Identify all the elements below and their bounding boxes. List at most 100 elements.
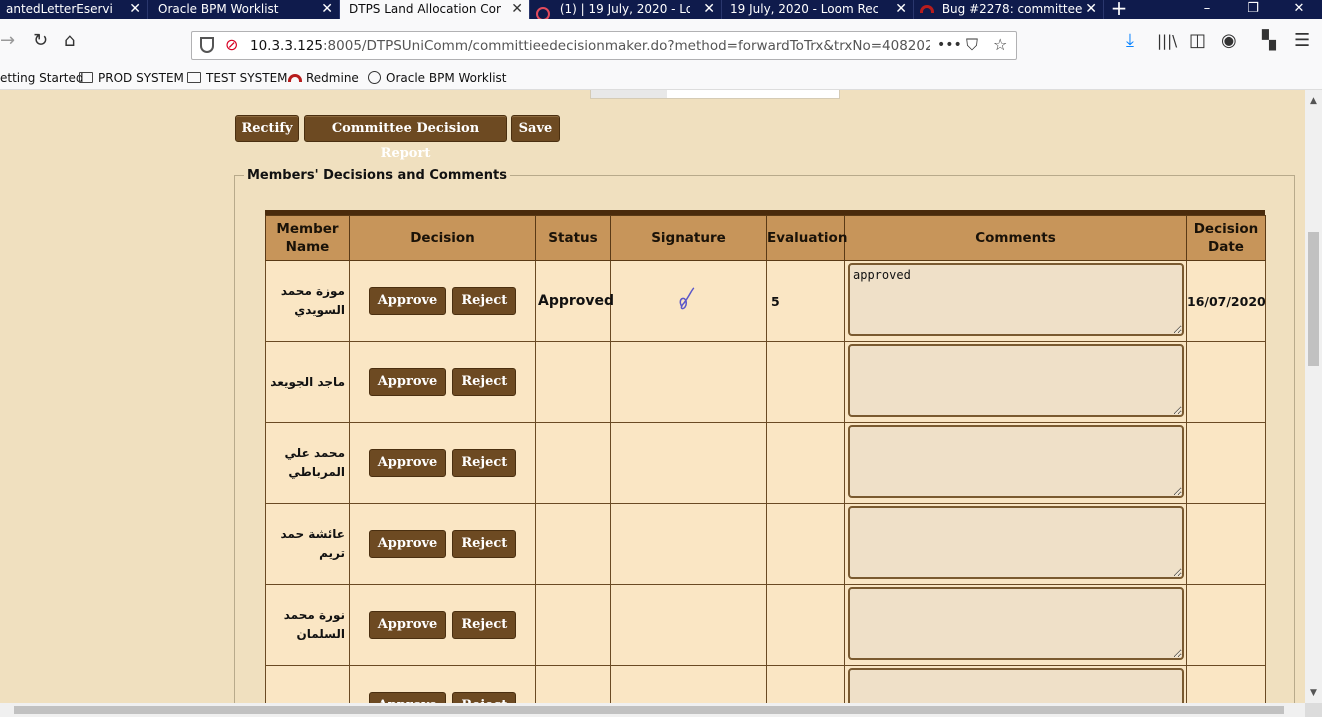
home-icon[interactable]: ⌂	[64, 32, 75, 50]
status-cell	[535, 422, 611, 504]
comment-textarea[interactable]	[848, 668, 1184, 703]
redmine-icon	[288, 74, 302, 82]
sidebar-icon[interactable]: ◫	[1189, 32, 1206, 50]
insecure-lock-icon[interactable]: ⊘	[225, 35, 238, 54]
evaluation-cell	[766, 422, 845, 504]
browser-tab[interactable]: 19 July, 2020 - Loom Recordi ✕	[722, 0, 914, 19]
comment-textarea[interactable]	[848, 344, 1184, 417]
comment-textarea[interactable]	[848, 425, 1184, 498]
approve-button[interactable]: Approve	[368, 368, 447, 396]
signature-cell	[610, 260, 767, 342]
browser-tab[interactable]: Oracle BPM Worklist ✕	[148, 0, 340, 19]
browser-tab[interactable]: (1) | 19 July, 2020 - Loom ✕	[530, 0, 722, 19]
comments-cell	[844, 503, 1187, 585]
reject-button[interactable]: Reject	[452, 611, 517, 639]
comment-textarea[interactable]	[848, 587, 1184, 660]
table-row: محمد عبيد Approve Reject	[265, 665, 1266, 703]
approve-button[interactable]: Approve	[368, 611, 447, 639]
bookmark-test-system[interactable]: TEST SYSTEM	[187, 71, 288, 85]
members-table-wrapper: Member Name Decision Status Signature Ev…	[265, 210, 1266, 703]
member-name-cell: محمد علي المرباطي	[265, 422, 350, 504]
account-icon[interactable]: ◉	[1221, 32, 1237, 50]
signature-cell	[610, 503, 767, 585]
comment-textarea[interactable]: approved	[848, 263, 1184, 336]
scroll-up-icon[interactable]: ▲	[1305, 96, 1322, 106]
browser-tab[interactable]: antedLetterEservice ✕	[0, 0, 148, 19]
page-actions-icon[interactable]: •••	[937, 37, 962, 53]
url-text[interactable]: 10.3.3.125:8005/DTPSUniComm/committieede…	[250, 38, 930, 54]
forward-icon[interactable]: →	[0, 32, 15, 50]
close-tab-icon[interactable]: ✕	[511, 0, 523, 18]
signature-cell	[610, 422, 767, 504]
scroll-down-icon[interactable]: ▼	[1305, 688, 1322, 698]
extensions-icon[interactable]: ▚	[1262, 32, 1276, 50]
menu-icon[interactable]: ☰	[1294, 32, 1310, 50]
save-button[interactable]: Save	[511, 115, 560, 142]
bookmark-label: Oracle BPM Worklist	[386, 71, 507, 85]
approve-button[interactable]: Approve	[368, 692, 447, 703]
approve-button[interactable]: Approve	[368, 530, 447, 558]
reject-button[interactable]: Reject	[452, 530, 517, 558]
minimize-icon[interactable]: –	[1184, 0, 1230, 19]
comment-textarea[interactable]	[848, 506, 1184, 579]
fieldset-legend: Members' Decisions and Comments	[244, 168, 510, 183]
table-row: نورة محمد السلمان Approve Reject	[265, 584, 1266, 666]
bookmark-oracle-bpm[interactable]: Oracle BPM Worklist	[368, 71, 507, 85]
bookmark-star-icon[interactable]: ☆	[993, 35, 1007, 54]
scrollbar-thumb[interactable]	[1308, 232, 1319, 366]
close-window-icon[interactable]: ✕	[1276, 0, 1322, 19]
tracking-shield-icon[interactable]	[200, 37, 214, 53]
globe-icon	[368, 71, 381, 84]
downloads-icon[interactable]: ⤓	[1126, 32, 1134, 50]
browser-tab-active[interactable]: DTPS Land Allocation Comm ✕	[340, 0, 530, 19]
reload-icon[interactable]: ↻	[33, 32, 48, 50]
header-comments: Comments	[844, 215, 1187, 261]
member-name-cell: ماجد الجويعد	[265, 341, 350, 423]
comments-cell	[844, 665, 1187, 703]
close-tab-icon[interactable]: ✕	[895, 0, 907, 18]
evaluation-cell	[766, 584, 845, 666]
library-icon[interactable]: |||\	[1157, 32, 1177, 50]
pocket-icon[interactable]: ⛉	[966, 35, 978, 55]
decision-date-cell	[1186, 503, 1266, 585]
decision-date-cell	[1186, 422, 1266, 504]
table-row: محمد علي المرباطي Approve Reject	[265, 422, 1266, 504]
tab-title: (1) | 19 July, 2020 - Loom	[559, 2, 690, 16]
bookmark-redmine[interactable]: Redmine	[288, 71, 359, 85]
bookmark-getting-started[interactable]: etting Started	[0, 71, 83, 85]
bookmark-prod-system[interactable]: PROD SYSTEM	[79, 71, 184, 85]
member-name-cell: محمد عبيد	[265, 665, 350, 703]
header-signature: Signature	[610, 215, 767, 261]
reject-button[interactable]: Reject	[452, 692, 517, 703]
close-tab-icon[interactable]: ✕	[129, 0, 141, 18]
reject-button[interactable]: Reject	[452, 368, 517, 396]
comments-cell	[844, 422, 1187, 504]
browser-tab[interactable]: Bug #2278: committee ap ✕	[914, 0, 1104, 19]
address-bar[interactable]: ⊘ 10.3.3.125:8005/DTPSUniComm/committiee…	[191, 31, 1017, 60]
folder-icon	[187, 72, 201, 83]
evaluation-cell	[766, 665, 845, 703]
tab-title: Oracle BPM Worklist	[158, 2, 279, 16]
bookmark-label: Redmine	[306, 71, 359, 85]
new-tab-button[interactable]: +	[1104, 0, 1134, 19]
scrollbar-thumb[interactable]	[14, 706, 1284, 714]
bookmarks-toolbar: etting Started PROD SYSTEM TEST SYSTEM R…	[0, 68, 1322, 90]
close-tab-icon[interactable]: ✕	[703, 0, 715, 18]
vertical-scrollbar[interactable]: ▲ ▼	[1305, 90, 1322, 703]
decision-cell: Approve Reject	[349, 260, 536, 342]
horizontal-scrollbar[interactable]	[0, 703, 1305, 717]
partial-input-field[interactable]	[590, 90, 840, 99]
committee-decision-report-button[interactable]: Committee Decision Report	[304, 115, 507, 161]
close-tab-icon[interactable]: ✕	[1085, 0, 1097, 18]
approve-button[interactable]: Approve	[368, 287, 447, 315]
rectify-button[interactable]: Rectify	[235, 115, 299, 142]
approve-button[interactable]: Approve	[368, 449, 447, 477]
reject-button[interactable]: Reject	[452, 449, 517, 477]
reject-button[interactable]: Reject	[452, 287, 517, 315]
close-tab-icon[interactable]: ✕	[321, 0, 333, 18]
member-name-cell: عائشة حمد تريم	[265, 503, 350, 585]
restore-icon[interactable]: ❐	[1230, 0, 1276, 19]
decision-cell: Approve Reject	[349, 584, 536, 666]
decision-date-cell: 16/07/2020	[1186, 260, 1266, 342]
url-path: :8005/DTPSUniComm/committieedecisionmake…	[323, 38, 930, 54]
